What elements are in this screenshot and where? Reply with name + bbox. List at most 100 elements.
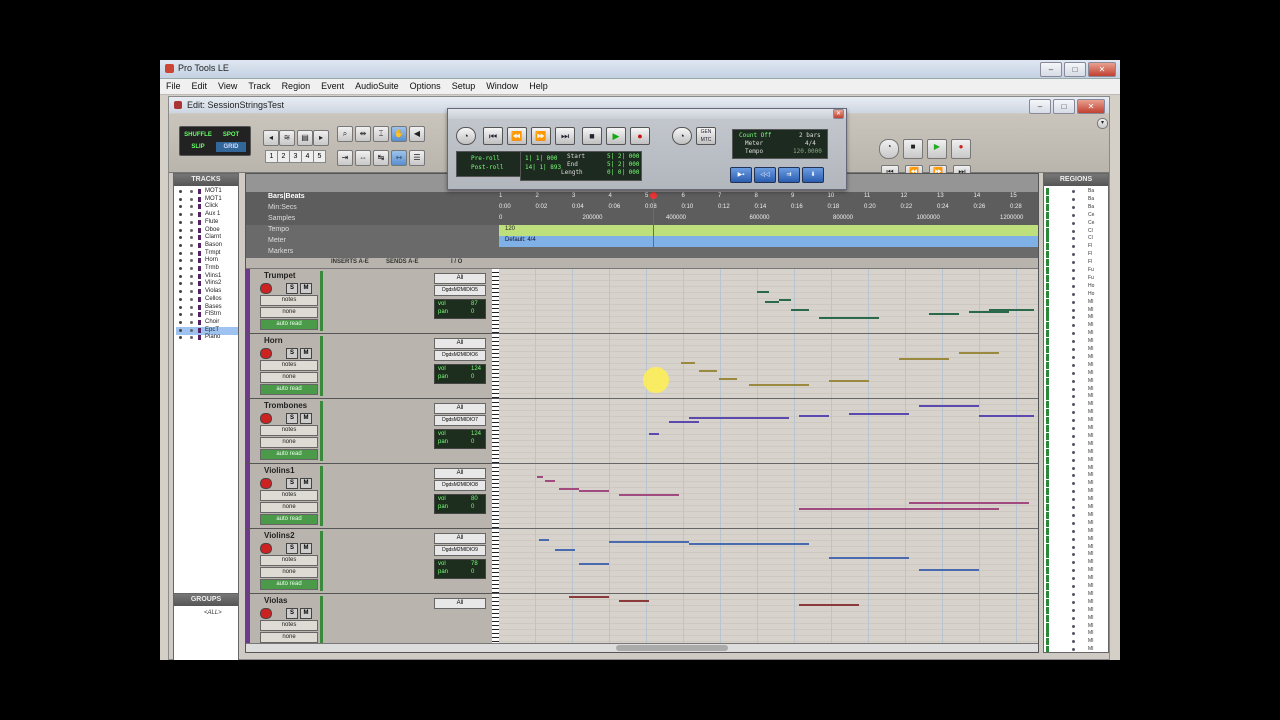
midi-note[interactable] [619,494,679,496]
track-header[interactable]: Violins2 S Mnotes none auto read All DgdsM2MID… [246,529,499,594]
region-list-item[interactable]: Cl [1046,227,1108,235]
midi-note[interactable] [779,299,791,301]
midi-note[interactable] [537,476,543,478]
region-list-item[interactable]: MI [1046,638,1108,646]
wait-for-note-icon[interactable]: ▶▪ [730,167,752,183]
mute-button[interactable]: M [300,348,312,359]
speaker-tool-icon[interactable]: ◀ [409,126,425,142]
region-list-item[interactable]: MI [1046,488,1108,496]
region-list-item[interactable]: MI [1046,614,1108,622]
solo-button[interactable]: S [286,283,298,294]
region-list-item[interactable]: MI [1046,298,1108,306]
tracks-list-header[interactable]: TRACKS [174,174,238,186]
midi-note[interactable] [699,370,717,372]
postroll-value[interactable]: 14| 1| 893 [525,164,561,171]
solo-button[interactable]: S [286,413,298,424]
region-list-item[interactable]: MI [1046,353,1108,361]
vol-value[interactable]: 80 [471,496,478,502]
region-list-item[interactable]: Ho [1046,282,1108,290]
mute-button[interactable]: M [300,283,312,294]
zoomer-tool-icon[interactable]: ⌕ [337,126,353,142]
automation-mode-selector[interactable]: auto read [260,319,318,330]
track-visible-icon[interactable] [179,282,182,286]
region-list-item[interactable]: MI [1046,543,1108,551]
grid-mode-button[interactable]: GRID [216,142,246,152]
region-list-item[interactable]: MI [1046,567,1108,575]
groups-header[interactable]: GROUPS [174,594,238,606]
midi-note[interactable] [689,417,789,419]
midi-note[interactable] [919,569,979,571]
region-list-item[interactable]: MI [1046,440,1108,448]
pan-value[interactable]: 0 [471,569,474,575]
meter-ruler[interactable]: Meter Default: 4/4 [246,236,1038,247]
midi-note[interactable] [819,317,879,319]
region-list-item[interactable]: MI [1046,472,1108,480]
edit-minimize-button[interactable]: ‒ [1029,99,1051,114]
region-list-item[interactable]: Ba [1046,195,1108,203]
midi-note[interactable] [799,415,829,417]
midi-input-selector[interactable]: All [434,533,486,544]
tracklist-item[interactable]: Piano [176,334,238,342]
region-list-item[interactable]: MI [1046,448,1108,456]
meter-value[interactable]: 4/4 [805,140,816,147]
track-header[interactable]: Trumpet S Mnotes none auto read All DgdsM2MIDI… [246,269,499,334]
menu-window[interactable]: Window [480,79,523,94]
region-list-item[interactable]: MI [1046,432,1108,440]
region-list-item[interactable]: MI [1046,322,1108,330]
link-track-icon[interactable]: ↹ [373,150,389,166]
toolbar-play-icon[interactable]: ▶ [927,139,947,159]
selector-tool-icon[interactable]: ⌶ [373,126,389,142]
midi-note[interactable] [555,549,575,551]
track-name[interactable]: Trumpet [264,271,316,281]
transport-end-icon[interactable]: ⏭ [555,127,575,145]
mirror-midi-icon[interactable]: ☰ [409,150,425,166]
track-patch-selector[interactable]: none [260,567,318,578]
midi-input-selector[interactable]: All [434,598,486,609]
vol-value[interactable]: 87 [471,301,478,307]
midi-note[interactable] [899,358,949,360]
shuffle-mode-button[interactable]: SHUFFLE [183,130,213,140]
midi-note[interactable] [829,380,869,382]
region-list-item[interactable]: MI [1046,504,1108,511]
preroll-value[interactable]: 1| 1| 000 [525,155,558,162]
midi-output-selector[interactable]: DgdsM2MIDIO8 [434,480,486,491]
transport-titlebar[interactable] [448,109,846,119]
solo-button[interactable]: S [286,478,298,489]
zoom-midi-icon[interactable]: ▤ [297,130,313,146]
region-list-item[interactable]: Fu [1046,274,1108,282]
menu-view[interactable]: View [212,79,242,94]
track-patch-selector[interactable]: none [260,502,318,513]
midi-note[interactable] [539,539,549,541]
midi-note[interactable] [749,384,809,386]
region-list-item[interactable]: MI [1046,630,1108,638]
track-patch-selector[interactable]: none [260,437,318,448]
menu-help[interactable]: Help [523,79,553,94]
toolbar-menu-icon[interactable]: ▾ [1097,118,1108,129]
edit-close-button[interactable]: ✕ [1077,99,1105,114]
edit-maximize-button[interactable]: □ [1053,99,1075,114]
midi-note[interactable] [579,490,609,492]
track-patch-selector[interactable]: none [260,632,318,643]
midi-note[interactable] [757,291,769,293]
close-button[interactable]: ✕ [1088,62,1116,77]
horizontal-scroll-thumb[interactable] [616,645,728,651]
region-list-item[interactable]: MI [1046,393,1108,401]
maximize-button[interactable]: □ [1064,62,1086,77]
region-list-item[interactable]: Cl [1046,235,1108,243]
region-list-item[interactable]: MI [1046,598,1108,606]
region-list-item[interactable]: Fu [1046,267,1108,274]
slip-mode-button[interactable]: SLIP [183,142,213,152]
midi-note[interactable] [649,433,659,435]
midi-lanes[interactable] [499,269,1038,652]
track-view-selector[interactable]: notes [260,425,318,436]
horizontal-scrollbar[interactable] [246,643,1038,652]
region-list-item[interactable]: MI [1046,306,1108,314]
midi-note[interactable] [849,413,909,415]
spot-mode-button[interactable]: SPOT [216,130,246,140]
vol-pan-display[interactable]: vol 78 pan 0 [434,559,486,579]
region-list-item[interactable]: MI [1046,583,1108,590]
track-visible-icon[interactable] [179,190,182,193]
samples-ruler[interactable]: Samples 0 200000 400000 600000 800000 1000000… [246,214,1038,225]
midi-note[interactable] [579,563,609,565]
track-header[interactable]: Trombones S Mnotes none auto read All DgdsM2MI… [246,399,499,464]
